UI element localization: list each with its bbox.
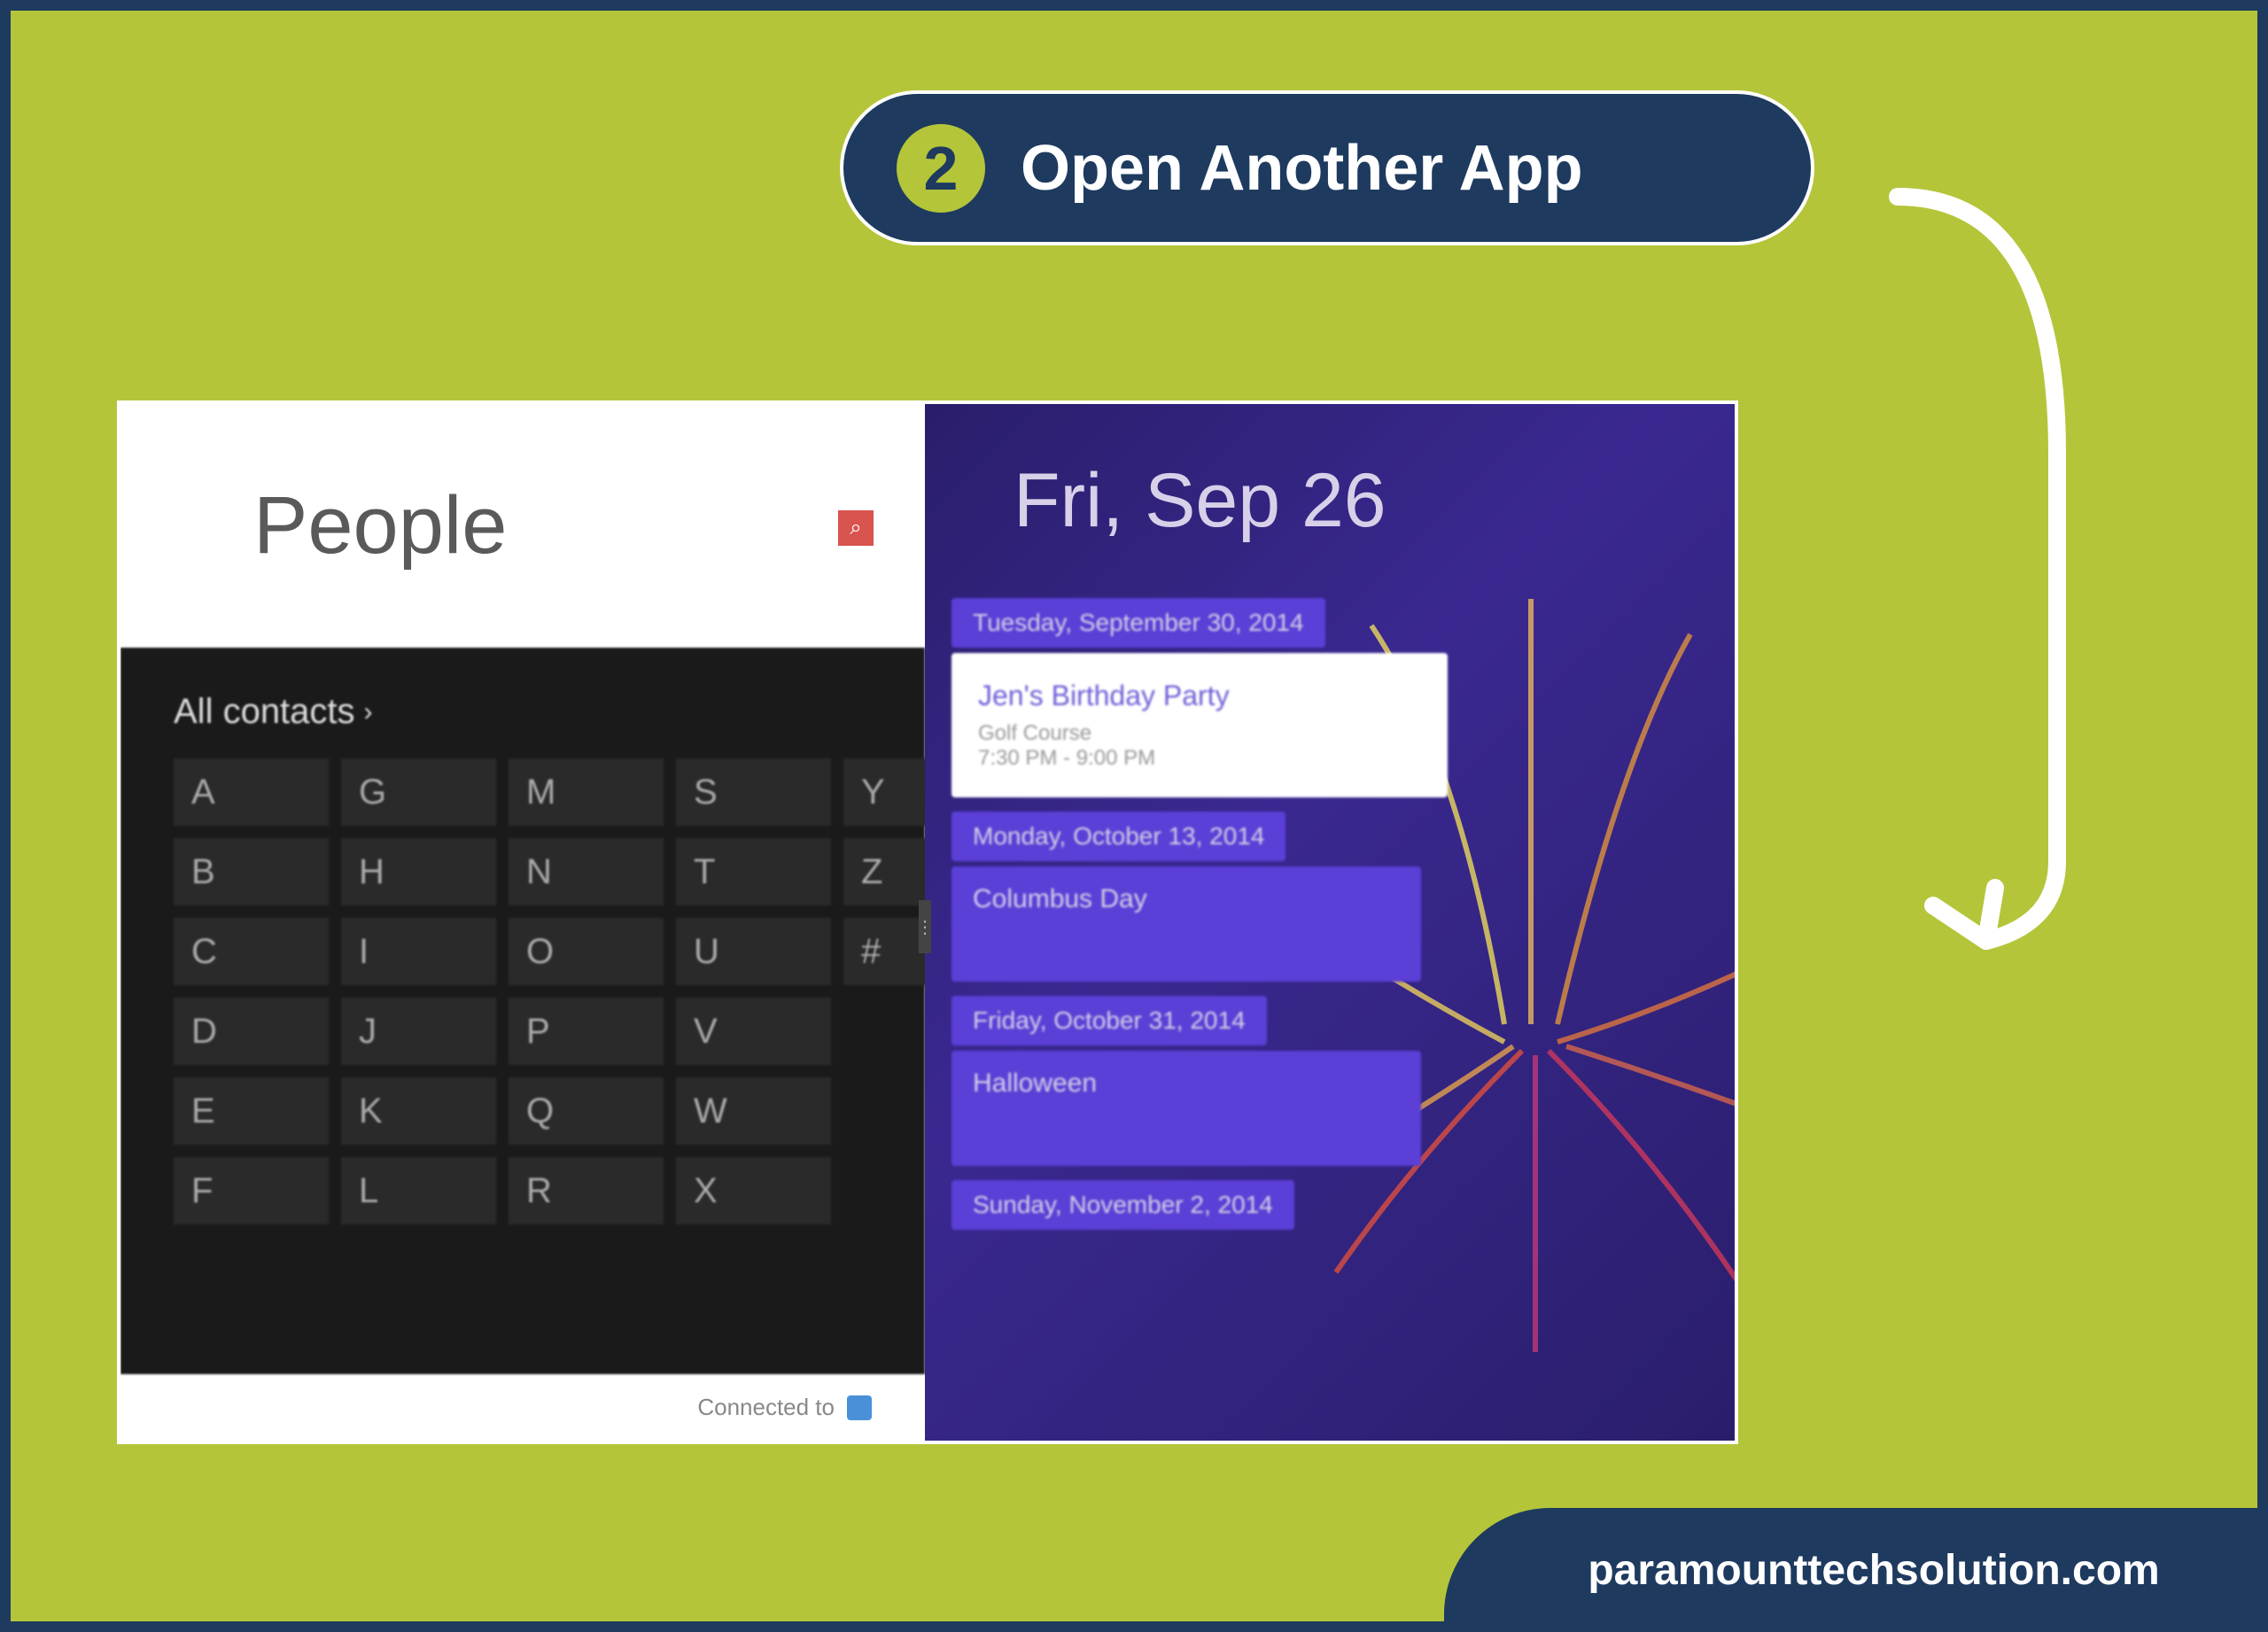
arrow-curve-icon (1880, 188, 2110, 985)
event-time: 7:30 PM - 9:00 PM (978, 746, 1421, 771)
connected-label: Connected to (697, 1394, 835, 1421)
people-footer: Connected to (120, 1374, 925, 1441)
letter-b[interactable]: B (174, 838, 329, 905)
events-list: Tuesday, September 30, 2014Jen's Birthda… (925, 545, 1735, 1230)
letter-u[interactable]: U (676, 918, 831, 985)
letter-f[interactable]: F (174, 1157, 329, 1224)
letter-h[interactable]: H (341, 838, 496, 905)
contacts-panel: All contacts › AGMSYBHNTZCIOU#DJPVEKQWFL… (120, 648, 925, 1374)
search-icon[interactable]: ⌕ (838, 510, 874, 546)
letter-x[interactable]: X (676, 1157, 831, 1224)
step-number-circle: 2 (897, 124, 985, 213)
calendar-app: Fri, Sep 26 Tuesday, September 30, 2014J… (925, 404, 1735, 1441)
event-title: Jen's Birthday Party (978, 680, 1421, 712)
calendar-date: Fri, Sep 26 (925, 404, 1735, 545)
screenshot-panel: People ⌕ All contacts › AGMSYBHNTZCIOU#D… (117, 400, 1738, 1444)
all-contacts-link[interactable]: All contacts › (174, 692, 872, 732)
all-contacts-label: All contacts (174, 692, 355, 732)
letter-grid: AGMSYBHNTZCIOU#DJPVEKQWFLRX (174, 758, 872, 1224)
people-header: People ⌕ (120, 404, 925, 648)
chevron-right-icon: › (364, 697, 373, 727)
connected-service-icon (847, 1395, 872, 1420)
step-badge: 2 Open Another App (840, 90, 1814, 245)
letter-i[interactable]: I (341, 918, 496, 985)
date-chip: Tuesday, September 30, 2014 (951, 598, 1325, 648)
people-app: People ⌕ All contacts › AGMSYBHNTZCIOU#D… (120, 404, 925, 1441)
event-card[interactable]: Columbus Day (951, 867, 1421, 982)
letter-m[interactable]: M (509, 758, 664, 826)
date-chip: Sunday, November 2, 2014 (951, 1180, 1294, 1230)
event-card[interactable]: Jen's Birthday Party Golf Course7:30 PM -… (951, 653, 1448, 797)
letter-w[interactable]: W (676, 1077, 831, 1145)
letter-a[interactable]: A (174, 758, 329, 826)
people-title: People (253, 479, 507, 572)
event-title: Halloween (973, 1069, 1400, 1099)
letter-e[interactable]: E (174, 1077, 329, 1145)
domain-footer: paramounttechsolution.com (1444, 1508, 2268, 1632)
letter-r[interactable]: R (509, 1157, 664, 1224)
date-chip: Monday, October 13, 2014 (951, 812, 1285, 861)
event-card[interactable]: Halloween (951, 1051, 1421, 1166)
letter-n[interactable]: N (509, 838, 664, 905)
letter-s[interactable]: S (676, 758, 831, 826)
letter-l[interactable]: L (341, 1157, 496, 1224)
letter-c[interactable]: C (174, 918, 329, 985)
letter-o[interactable]: O (509, 918, 664, 985)
split-drag-handle[interactable]: ⋮ (919, 900, 931, 953)
domain-text: paramounttechsolution.com (1588, 1546, 2159, 1595)
letter-k[interactable]: K (341, 1077, 496, 1145)
event-location: Golf Course (978, 721, 1421, 746)
letter-p[interactable]: P (509, 998, 664, 1065)
step-title: Open Another App (1021, 132, 1583, 205)
letter-q[interactable]: Q (509, 1077, 664, 1145)
letter-v[interactable]: V (676, 998, 831, 1065)
letter-d[interactable]: D (174, 998, 329, 1065)
letter-t[interactable]: T (676, 838, 831, 905)
date-chip: Friday, October 31, 2014 (951, 996, 1267, 1045)
event-title: Columbus Day (973, 884, 1400, 914)
letter-j[interactable]: J (341, 998, 496, 1065)
letter-g[interactable]: G (341, 758, 496, 826)
